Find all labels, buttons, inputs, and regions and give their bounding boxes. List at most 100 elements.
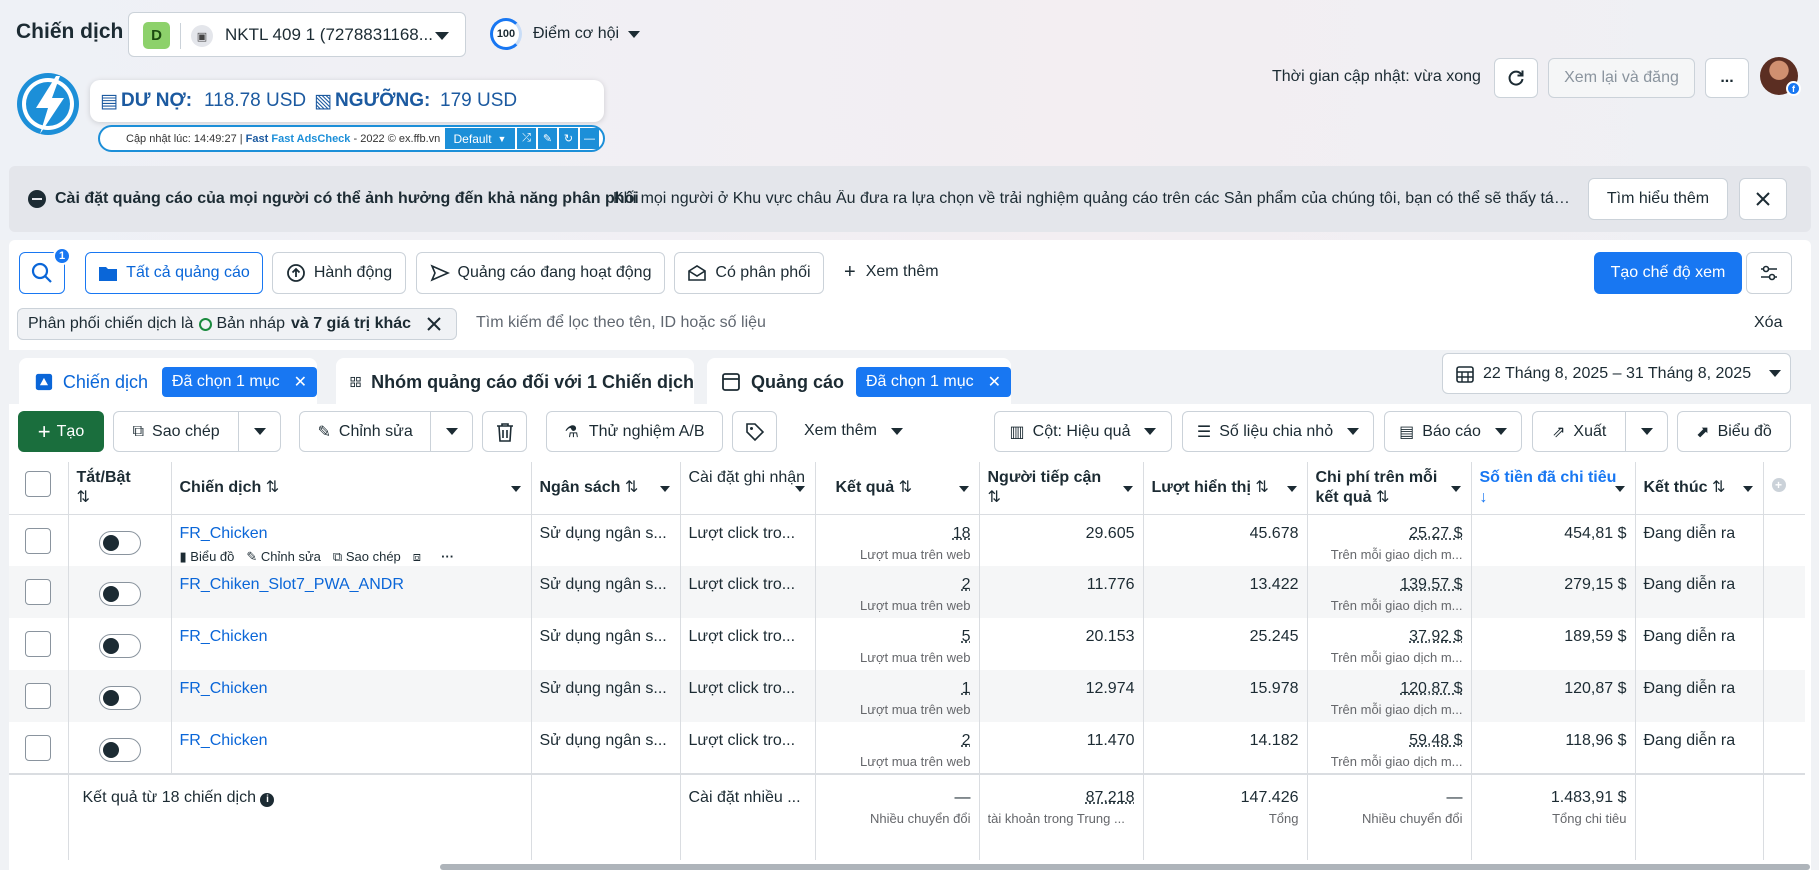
campaign-toggle[interactable] (98, 634, 141, 658)
col-results[interactable]: Kết quả ⇅ (815, 462, 980, 515)
refresh-icon[interactable]: ↻ (559, 128, 578, 149)
row-checkbox[interactable] (25, 527, 52, 554)
campaign-name-link[interactable]: FR_Chicken (180, 525, 268, 542)
add-column-icon[interactable]: + (1771, 478, 1786, 492)
charts-button[interactable]: ⬈ Biểu đồ (1677, 411, 1791, 452)
columns-button[interactable]: ▥ Cột: Hiệu quả (994, 411, 1172, 452)
col-onoff[interactable]: Tắt/Bật ⇅ (68, 462, 172, 515)
chevron-down-icon[interactable] (1122, 486, 1133, 492)
select-all-header[interactable] (9, 462, 69, 515)
col-cost-per-result[interactable]: Chi phí trên mỗi kết quả ⇅ (1307, 462, 1472, 515)
add-column-header[interactable]: + (1763, 462, 1805, 515)
delete-button[interactable] (482, 411, 527, 452)
campaign-name-cell[interactable]: FR_Chicken ▮ Biểu đồ ✎ Chỉnh sửa ⧉ Sao chép… (171, 514, 532, 566)
row-select-cell[interactable] (9, 670, 69, 722)
chevron-down-icon[interactable] (1286, 486, 1297, 492)
select-all-checkbox[interactable] (25, 471, 52, 497)
row-edit-action[interactable]: ✎ Chỉnh sửa (246, 548, 321, 566)
breakdown-button[interactable]: ☰ Số liệu chia nhỏ (1182, 411, 1374, 452)
chip-has-delivery[interactable]: Có phân phối (674, 252, 824, 294)
row-checkbox[interactable] (25, 631, 52, 657)
chip-see-more[interactable]: + Xem thêm (844, 262, 939, 282)
close-notice-button[interactable] (1739, 178, 1787, 220)
learn-more-button[interactable]: Tìm hiểu thêm (1588, 178, 1728, 220)
campaign-name-cell[interactable]: FR_Chicken (171, 670, 532, 722)
more-options-icon[interactable]: ··· (441, 548, 454, 566)
duplicate-dropdown[interactable] (238, 412, 280, 451)
chevron-down-icon[interactable] (1450, 486, 1461, 492)
chevron-down-icon[interactable] (1742, 486, 1753, 492)
row-checkbox[interactable] (25, 735, 52, 761)
row-select-cell[interactable] (9, 566, 69, 618)
tab-adsets[interactable]: Nhóm quảng cáo đối với 1 Chiến dịch (336, 358, 694, 406)
open-in-new-icon[interactable]: ⧈ (413, 548, 421, 566)
table-row[interactable]: FR_Chiken_Slot7_PWA_ANDR Sử dụng ngân s..… (9, 566, 1805, 618)
chevron-down-icon[interactable] (794, 486, 805, 492)
campaign-toggle[interactable] (98, 738, 141, 762)
edit-icon[interactable]: ✎ (538, 128, 557, 149)
refresh-button[interactable] (1494, 58, 1538, 98)
date-range-picker[interactable]: 22 Tháng 8, 2025 – 31 Tháng 8, 2025 (1442, 353, 1791, 394)
chip-all-ads[interactable]: Tất cả quảng cáo (85, 252, 263, 294)
row-select-cell[interactable] (9, 618, 69, 670)
campaign-name-cell[interactable]: FR_Chicken (171, 722, 532, 774)
row-toggle-cell[interactable] (68, 514, 172, 566)
horizontal-scrollbar[interactable] (440, 864, 1810, 870)
row-checkbox[interactable] (25, 579, 52, 605)
close-icon[interactable]: ✕ (294, 372, 307, 392)
campaign-toggle[interactable] (98, 530, 141, 555)
sort-icon[interactable]: ⇅ (988, 489, 1001, 506)
row-toggle-cell[interactable] (68, 618, 172, 670)
campaign-name-cell[interactable]: FR_Chicken (171, 618, 532, 670)
chip-active-ads[interactable]: Quảng cáo đang hoạt động (416, 252, 665, 294)
edit-dropdown[interactable] (430, 412, 472, 451)
row-checkbox[interactable] (25, 683, 52, 709)
minimize-icon[interactable]: — (580, 128, 599, 149)
ads-selected-pill[interactable]: Đã chọn 1 mục ✕ (855, 367, 1011, 397)
campaign-name-link[interactable]: FR_Chicken (180, 732, 268, 749)
clear-filters-link[interactable]: Xóa (1754, 314, 1782, 332)
chevron-down-icon[interactable] (1614, 486, 1625, 492)
sort-icon[interactable]: ⇅ (625, 479, 638, 496)
sort-icon[interactable]: ⇅ (266, 479, 279, 496)
row-select-cell[interactable] (9, 514, 69, 566)
col-ends[interactable]: Kết thúc ⇅ (1635, 462, 1764, 515)
chevron-down-icon[interactable] (510, 486, 521, 492)
chevron-down-icon[interactable] (659, 486, 670, 492)
shuffle-icon[interactable]: ⤮ (517, 128, 536, 149)
campaign-toggle[interactable] (98, 686, 141, 710)
close-icon[interactable] (427, 317, 441, 331)
table-row[interactable]: FR_Chicken Sử dụng ngân s... Lượt click tr… (9, 722, 1805, 774)
account-selector[interactable]: D ▣ NKTL 409 1 (7278831168... (128, 12, 466, 57)
view-settings-button[interactable] (1746, 252, 1792, 294)
tab-ads[interactable]: Quảng cáo Đã chọn 1 mục ✕ (707, 358, 1011, 406)
tag-button[interactable] (732, 411, 777, 452)
row-toggle-cell[interactable] (68, 722, 172, 774)
campaign-toggle[interactable] (98, 582, 141, 606)
campaigns-selected-pill[interactable]: Đã chọn 1 mục ✕ (161, 367, 317, 397)
ab-test-button[interactable]: ⚗ Thử nghiệm A/B (546, 411, 723, 452)
review-publish-button[interactable]: Xem lại và đăng (1548, 58, 1695, 98)
info-icon[interactable]: i (260, 793, 275, 807)
opportunity-score-label[interactable]: Điểm cơ hội (533, 25, 619, 43)
row-toggle-cell[interactable] (68, 566, 172, 618)
col-amount-spent[interactable]: Số tiền đã chi tiêu ↓ (1471, 462, 1636, 515)
chevron-down-icon[interactable] (628, 31, 640, 38)
close-icon[interactable]: ✕ (988, 372, 1001, 392)
toolbar-see-more[interactable]: Xem thêm (804, 422, 903, 440)
table-row[interactable]: FR_Chicken ▮ Biểu đồ ✎ Chỉnh sửa ⧉ Sao chép… (9, 514, 1805, 566)
create-view-button[interactable]: Tạo chế độ xem (1594, 252, 1742, 294)
export-button[interactable]: ⇗ Xuất (1533, 412, 1625, 451)
sort-icon[interactable]: ⇅ (1376, 489, 1389, 506)
export-dropdown[interactable] (1625, 412, 1667, 451)
campaign-name-link[interactable]: FR_Chicken (180, 680, 268, 697)
duplicate-button[interactable]: ⧉ Sao chép (114, 412, 238, 451)
sort-icon[interactable]: ⇅ (77, 489, 90, 506)
active-filter-chip[interactable]: Phân phối chiến dịch là Bản nháp và 7 gi… (17, 308, 457, 340)
arrow-down-icon[interactable]: ↓ (1480, 489, 1488, 506)
table-row[interactable]: FR_Chicken Sử dụng ngân s... Lượt click tr… (9, 670, 1805, 722)
col-campaign[interactable]: Chiến dịch ⇅ (171, 462, 532, 515)
row-select-cell[interactable] (9, 722, 69, 774)
search-button[interactable]: 1 (19, 247, 71, 294)
row-toggle-cell[interactable] (68, 670, 172, 722)
